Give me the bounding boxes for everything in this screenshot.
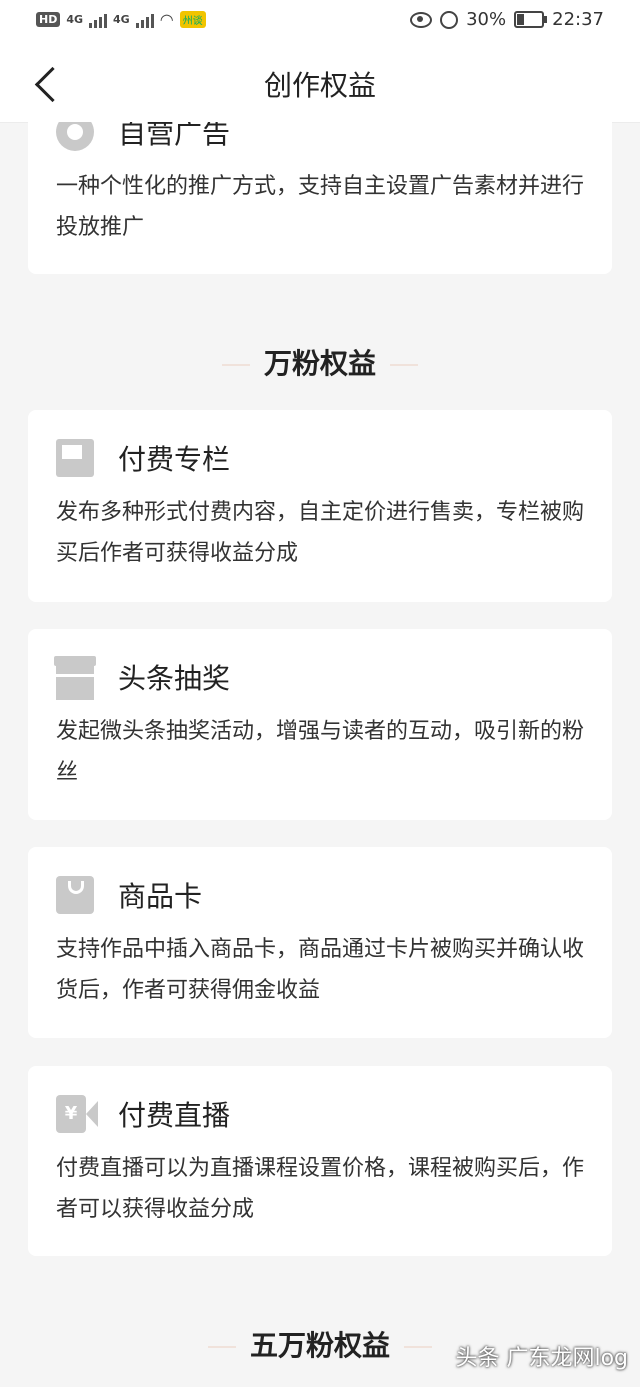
eye-icon (410, 11, 433, 28)
card-header: 付费专栏 (56, 438, 230, 478)
card-title: 付费直播 (118, 1099, 231, 1132)
shopping-bag-icon (56, 876, 94, 914)
hd-badge: HD (36, 12, 61, 27)
status-left: HD 4G 4G ◠ 州谈 (36, 10, 206, 29)
benefit-card-self-ads[interactable]: 自营广告 一种个性化的推广方式，支持自主设置广告素材并进行投放推广 (28, 122, 612, 274)
benefit-card-lottery[interactable]: 头条抽奖 发起微头条抽奖活动，增强与读者的互动，吸引新的粉丝 (28, 629, 612, 820)
signal-icon-2 (135, 12, 154, 28)
battery-percent: 30% (466, 9, 507, 30)
divider-right (390, 364, 418, 366)
card-header: ¥ 付费直播 (56, 1094, 230, 1134)
benefit-card-paid-live[interactable]: ¥ 付费直播 付费直播可以为直播课程设置价格，课程被购买后，作者可以获得收益分成 (28, 1066, 612, 1256)
card-header: 商品卡 (56, 875, 202, 915)
clock: 22:37 (552, 9, 604, 30)
section-title-text: 万粉权益 (263, 347, 376, 380)
status-bar: HD 4G 4G ◠ 州谈 30% 22:37 (0, 0, 640, 44)
gift-icon (54, 656, 96, 700)
card-header: 自营广告 (56, 122, 230, 152)
watermark: 头条 广东龙网log (455, 1346, 628, 1371)
card-title: 自营广告 (118, 122, 231, 150)
app-notification-icon: 州谈 (179, 11, 206, 28)
card-title: 商品卡 (118, 880, 203, 913)
disc-icon (56, 122, 94, 151)
card-description: 支持作品中插入商品卡，商品通过卡片被购买并确认收货后，作者可获得佣金收益 (56, 937, 585, 1003)
column-icon (56, 439, 94, 477)
card-description: 付费直播可以为直播课程设置价格，课程被购买后，作者可以获得收益分成 (56, 1156, 585, 1222)
section-title-10k-fans: 万粉权益 (0, 342, 640, 382)
card-title: 头条抽奖 (118, 662, 231, 695)
network-label-2: 4G (113, 13, 130, 26)
wifi-icon: ◠ (159, 10, 174, 29)
benefit-card-paid-column[interactable]: 付费专栏 发布多种形式付费内容，自主定价进行售卖，专栏被购买后作者可获得收益分成 (28, 410, 612, 602)
divider-left (221, 364, 250, 366)
status-right: 30% 22:37 (410, 9, 604, 30)
section-title-text: 五万粉权益 (249, 1329, 390, 1362)
card-description: 发布多种形式付费内容，自主定价进行售卖，专栏被购买后作者可获得收益分成 (56, 500, 585, 566)
card-title: 付费专栏 (118, 443, 231, 476)
alarm-icon (440, 10, 459, 29)
card-header: 头条抽奖 (54, 656, 231, 700)
battery-icon (514, 11, 548, 28)
signal-icon (89, 12, 108, 28)
divider-right (404, 1346, 432, 1348)
paid-live-icon: ¥ (56, 1095, 98, 1133)
card-description: 一种个性化的推广方式，支持自主设置广告素材并进行投放推广 (56, 174, 585, 240)
divider-left (207, 1346, 236, 1348)
page-title: 创作权益 (263, 69, 376, 102)
nav-bar: 创作权益 (0, 44, 640, 123)
card-description: 发起微头条抽奖活动，增强与读者的互动，吸引新的粉丝 (56, 719, 585, 785)
benefit-card-product-card[interactable]: 商品卡 支持作品中插入商品卡，商品通过卡片被购买并确认收货后，作者可获得佣金收益 (28, 847, 612, 1038)
network-label: 4G (66, 13, 84, 26)
